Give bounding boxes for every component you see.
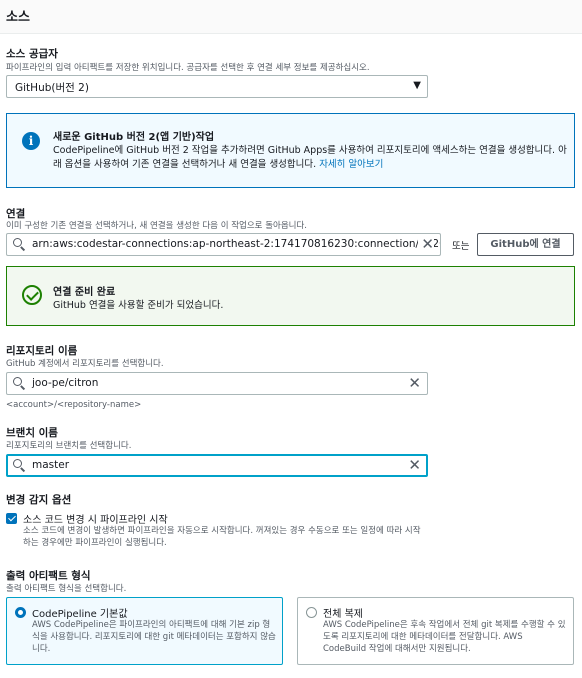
source-provider-description: 파이프라인의 입력 아티팩트를 저장한 위치입니다. 공급자를 선택한 후 연결… bbox=[6, 63, 370, 73]
radio-button[interactable] bbox=[306, 607, 317, 618]
info-alert: i 새로운 GitHub 버전 2(앱 기반)작업 CodePipeline에 … bbox=[6, 113, 575, 188]
or-text: 또는 bbox=[452, 241, 470, 252]
learn-more-link[interactable]: 자세히 알아보기 bbox=[319, 159, 383, 170]
artifact-option-description: AWS CodePipeline은 파이프라인의 아티팩트에 대해 기본 zip… bbox=[32, 620, 276, 654]
section-header: 소스 bbox=[0, 0, 582, 34]
info-alert-body: CodePipeline에 GitHub 버전 2 작업을 추가하려면 GitH… bbox=[53, 144, 569, 172]
check-circle-icon bbox=[22, 285, 42, 305]
artifact-option-description: AWS CodePipeline은 후속 작업에서 전체 git 복제를 수행할… bbox=[323, 620, 566, 654]
change-detection-label: 변경 감지 옵션 bbox=[6, 494, 72, 506]
info-alert-text: CodePipeline에 GitHub 버전 2 작업을 추가하려면 GitH… bbox=[53, 145, 567, 170]
start-pipeline-checkbox-label[interactable]: 소스 코드 변경 시 파이프라인 시작 bbox=[23, 511, 168, 526]
artifact-option-title: 전체 복제 bbox=[323, 609, 363, 620]
artifact-option-title: CodePipeline 기본값 bbox=[32, 609, 128, 620]
repository-hint: <account>/<repository-name> bbox=[6, 400, 142, 410]
success-alert: 연결 준비 완료 GitHub 연결을 사용할 준비가 되었습니다. bbox=[6, 266, 575, 326]
clear-icon[interactable]: ✕ bbox=[408, 374, 421, 392]
info-icon: i bbox=[22, 132, 40, 150]
connection-value: arn:aws:codestar-connections:ap-northeas… bbox=[32, 238, 441, 250]
clear-icon[interactable]: ✕ bbox=[418, 235, 434, 253]
search-icon bbox=[13, 238, 26, 251]
search-icon bbox=[13, 459, 26, 472]
source-provider-label: 소스 공급자 bbox=[6, 48, 58, 60]
artifact-option-default[interactable]: CodePipeline 기본값 AWS CodePipeline은 파이프라인… bbox=[6, 597, 283, 665]
success-alert-body: GitHub 연결을 사용할 준비가 되었습니다. bbox=[53, 300, 224, 311]
artifact-format-description: 출력 아티팩트 형식을 선택합니다. bbox=[6, 584, 127, 594]
repository-description: GitHub 계정에서 리포지토리를 선택합니다. bbox=[6, 359, 164, 369]
info-alert-title: 새로운 GitHub 버전 2(앱 기반)작업 bbox=[53, 132, 215, 143]
radio-button[interactable] bbox=[15, 607, 26, 618]
repository-label: 리포지토리 이름 bbox=[6, 345, 78, 357]
success-alert-title: 연결 준비 완료 bbox=[53, 287, 116, 298]
connect-github-button[interactable]: GitHub에 연결 bbox=[477, 233, 574, 256]
branch-description: 리포지토리의 브랜치를 선택합니다. bbox=[6, 441, 132, 451]
branch-label: 브랜치 이름 bbox=[6, 427, 58, 439]
repository-value: joo-pe/citron bbox=[32, 377, 99, 389]
search-icon bbox=[13, 377, 26, 390]
caret-down-icon: ▼ bbox=[413, 80, 421, 91]
repository-input[interactable]: joo-pe/citron ✕ bbox=[6, 372, 428, 395]
start-pipeline-checkbox-description: 소스 코드에 변경이 발생하면 파이프라인을 자동으로 시작합니다. 꺼져있는 … bbox=[23, 526, 421, 548]
clear-icon[interactable]: ✕ bbox=[408, 456, 421, 474]
start-pipeline-checkbox[interactable] bbox=[6, 513, 17, 524]
connection-description: 이미 구성한 기존 연결을 선택하거나, 새 연결을 생성한 다음 이 작업으로… bbox=[6, 221, 308, 231]
branch-input[interactable]: master ✕ bbox=[6, 454, 428, 477]
connection-input[interactable]: arn:aws:codestar-connections:ap-northeas… bbox=[6, 233, 441, 256]
section-title: 소스 bbox=[6, 10, 30, 25]
branch-value: master bbox=[32, 459, 70, 471]
source-provider-select[interactable]: GitHub(버전 2) ▼ bbox=[6, 75, 428, 98]
artifact-option-full-clone[interactable]: 전체 복제 AWS CodePipeline은 후속 작업에서 전체 git 복… bbox=[297, 597, 574, 665]
source-provider-value: GitHub(버전 2) bbox=[15, 82, 89, 94]
artifact-format-label: 출력 아티팩트 형식 bbox=[6, 570, 91, 582]
